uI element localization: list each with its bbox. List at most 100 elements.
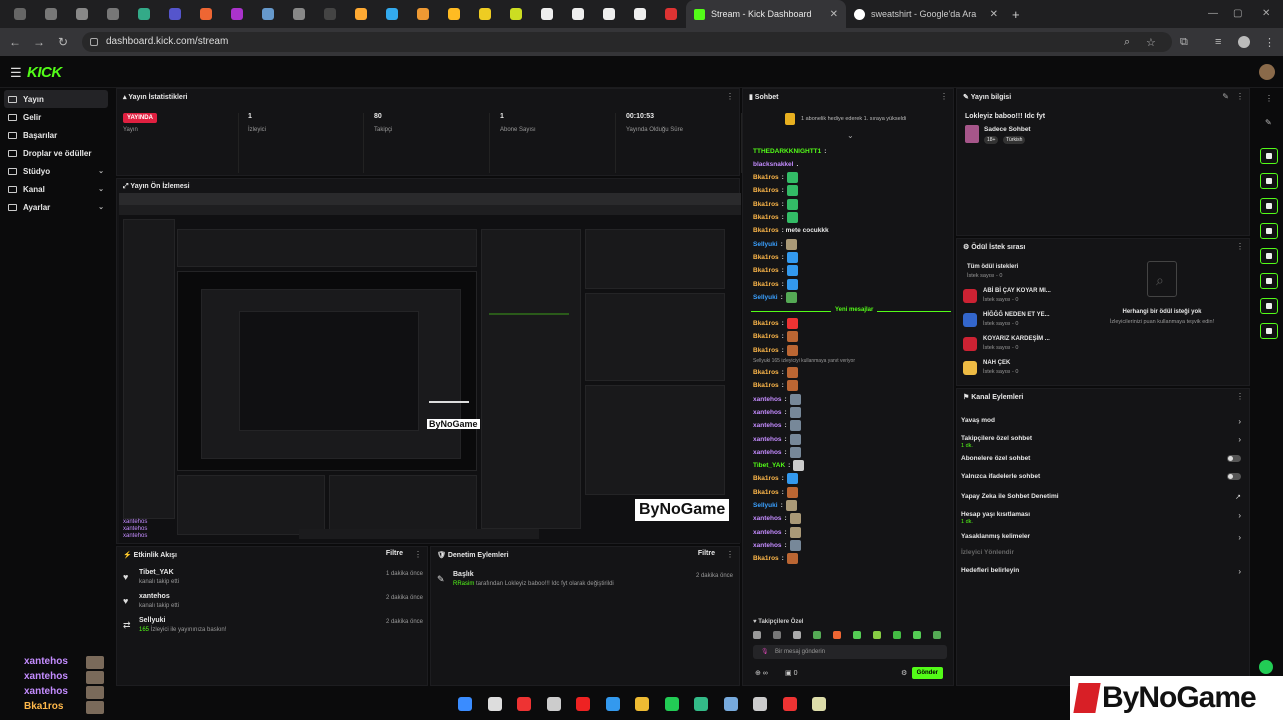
taskbar-app-icon[interactable] bbox=[782, 697, 797, 711]
reward-item[interactable]: ABİ Bİ ÇAY KOYAR MI... İstek sayısı - 0 bbox=[963, 287, 1057, 309]
taskbar-app-icon[interactable] bbox=[546, 697, 561, 711]
chat-username[interactable]: Sellyuki bbox=[753, 294, 778, 301]
sidebar-item[interactable]: Kanal ⌄ bbox=[4, 180, 108, 198]
pinned-tab[interactable] bbox=[283, 0, 314, 28]
pinned-tab[interactable] bbox=[314, 0, 345, 28]
pinned-tab[interactable] bbox=[97, 0, 128, 28]
pinned-tab[interactable] bbox=[35, 0, 66, 28]
chat-username[interactable]: Bka1ros bbox=[753, 475, 779, 482]
chat-username[interactable]: Bka1ros bbox=[753, 227, 779, 234]
taskbar-app-icon[interactable] bbox=[517, 697, 531, 711]
taskbar-app-icon[interactable] bbox=[753, 697, 767, 711]
chat-username[interactable]: Bka1ros bbox=[753, 254, 779, 261]
toggle-switch[interactable] bbox=[1227, 473, 1241, 480]
more-options-icon[interactable]: ⋮ bbox=[414, 550, 422, 559]
bookmark-star-icon[interactable]: ☆ bbox=[1146, 36, 1156, 49]
reload-icon[interactable]: ↻ bbox=[51, 35, 75, 49]
channel-action[interactable]: Yavaş mod › bbox=[961, 415, 1245, 431]
channel-action[interactable]: Takipçilere özel sohbet 1 dk. › bbox=[961, 433, 1245, 449]
reward-item[interactable]: KOYARIZ KARDEŞİM ... İstek sayısı - 0 bbox=[963, 335, 1057, 357]
chat-username[interactable]: Bka1ros bbox=[753, 281, 779, 288]
rail-file-icon[interactable] bbox=[1260, 198, 1278, 214]
pinned-tab[interactable] bbox=[500, 0, 531, 28]
chat-username[interactable]: blacksnakkel bbox=[753, 161, 793, 168]
emote-icon[interactable] bbox=[813, 631, 821, 639]
taskbar-app-icon[interactable] bbox=[605, 697, 620, 711]
chat-username[interactable]: Bka1ros bbox=[753, 347, 779, 354]
channel-action[interactable]: Hesap yaşı kısıtlaması 1 dk. › bbox=[961, 509, 1245, 525]
extensions-icon[interactable]: ⧉ bbox=[1180, 36, 1188, 49]
rail-share-icon[interactable] bbox=[1260, 323, 1278, 339]
reward-item[interactable]: HİĞĞĞ NEDEN ET YE... İstek sayısı - 0 bbox=[963, 311, 1057, 333]
user-avatar[interactable] bbox=[1259, 64, 1275, 80]
new-tab-icon[interactable]: + bbox=[1012, 7, 1020, 22]
emote-icon[interactable] bbox=[853, 631, 861, 639]
chat-username[interactable]: Bka1ros bbox=[753, 201, 779, 208]
close-icon[interactable]: ✕ bbox=[830, 9, 838, 20]
chat-username[interactable]: xantehos bbox=[753, 529, 782, 536]
emote-icon[interactable] bbox=[753, 631, 761, 639]
chat-username[interactable]: xantehos bbox=[753, 436, 782, 443]
window-close-icon[interactable]: ✕ bbox=[1262, 8, 1270, 19]
more-options-icon[interactable]: ⋮ bbox=[940, 92, 948, 101]
site-info-icon[interactable] bbox=[90, 38, 98, 46]
more-options-icon[interactable]: ⋮ bbox=[726, 92, 734, 101]
chat-username[interactable]: Bka1ros bbox=[753, 214, 779, 221]
sidebar-item[interactable]: Ayarlar ⌄ bbox=[4, 198, 108, 216]
sidebar-item[interactable]: Gelir bbox=[4, 108, 108, 126]
chat-username[interactable]: xantehos bbox=[753, 449, 782, 456]
collapse-icon[interactable]: ⌄ bbox=[847, 131, 854, 140]
maximize-icon[interactable]: ▢ bbox=[1233, 8, 1242, 19]
chat-username[interactable]: xantehos bbox=[753, 422, 782, 429]
channel-action[interactable]: Hedefleri belirleyin › bbox=[961, 565, 1245, 581]
edit-pencil-icon[interactable]: ✎ bbox=[1265, 118, 1272, 127]
chat-username[interactable]: Sellyuki bbox=[753, 502, 778, 509]
pinned-tab[interactable] bbox=[624, 0, 655, 28]
address-bar[interactable]: dashboard.kick.com/stream bbox=[82, 32, 1172, 52]
pinned-tab[interactable] bbox=[4, 0, 35, 28]
settings-gear-icon[interactable]: ⚙ bbox=[901, 669, 907, 677]
back-icon[interactable]: ← bbox=[3, 35, 27, 49]
rail-chat-icon[interactable] bbox=[1260, 223, 1278, 239]
more-options-icon[interactable]: ⋮ bbox=[1265, 94, 1273, 103]
chat-username[interactable]: Bka1ros bbox=[753, 320, 779, 327]
rail-tool-icon[interactable] bbox=[1260, 298, 1278, 314]
taskbar-app-icon[interactable] bbox=[576, 697, 590, 711]
chat-username[interactable]: Bka1ros bbox=[753, 555, 779, 562]
more-options-icon[interactable]: ⋮ bbox=[1236, 242, 1244, 251]
menu-icon[interactable]: ☰ bbox=[10, 65, 22, 81]
sidebar-item[interactable]: Yayın bbox=[4, 90, 108, 108]
pinned-tab[interactable] bbox=[469, 0, 500, 28]
emote-icon[interactable] bbox=[933, 631, 941, 639]
pinned-tab[interactable] bbox=[159, 0, 190, 28]
pinned-tab[interactable] bbox=[593, 0, 624, 28]
browser-menu-icon[interactable]: ⋮ bbox=[1264, 36, 1275, 49]
emote-icon[interactable] bbox=[793, 631, 801, 639]
send-button[interactable]: Gönder bbox=[911, 667, 943, 679]
taskbar-app-icon[interactable] bbox=[458, 697, 472, 711]
minimize-icon[interactable]: — bbox=[1208, 8, 1218, 19]
profile-avatar[interactable] bbox=[1238, 36, 1250, 48]
rail-bolt-icon[interactable] bbox=[1260, 173, 1278, 189]
chat-username[interactable]: Bka1ros bbox=[753, 187, 779, 194]
pinned-tab[interactable] bbox=[128, 0, 159, 28]
rail-media-icon[interactable] bbox=[1260, 273, 1278, 289]
chat-username[interactable]: xantehos bbox=[753, 409, 782, 416]
pinned-tab[interactable] bbox=[376, 0, 407, 28]
kick-logo[interactable]: KICK bbox=[27, 64, 62, 81]
reward-item[interactable]: NAH ÇEK İstek sayısı - 0 bbox=[963, 359, 1057, 381]
sidebar-item[interactable]: Stüdyo ⌄ bbox=[4, 162, 108, 180]
rail-raid-icon[interactable] bbox=[1260, 248, 1278, 264]
chat-username[interactable]: xantehos bbox=[753, 542, 782, 549]
pinned-tab[interactable] bbox=[345, 0, 376, 28]
microphone-icon[interactable]: 🎙 bbox=[761, 645, 769, 659]
pinned-tab[interactable] bbox=[221, 0, 252, 28]
channel-action[interactable]: Yapay Zeka ile Sohbet Denetimi ↗ bbox=[961, 491, 1245, 507]
pinned-tab[interactable] bbox=[66, 0, 97, 28]
emote-icon[interactable] bbox=[913, 631, 921, 639]
pinned-tab[interactable] bbox=[531, 0, 562, 28]
taskbar-app-icon[interactable] bbox=[635, 697, 649, 711]
pinned-tab[interactable] bbox=[407, 0, 438, 28]
chat-username[interactable]: Bka1ros bbox=[753, 489, 779, 496]
sidebar-item[interactable]: Başarılar bbox=[4, 126, 108, 144]
